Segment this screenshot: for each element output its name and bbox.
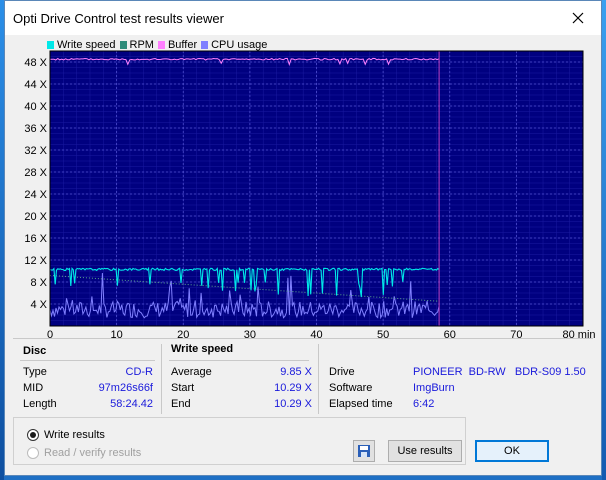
y-tick-label: 44 X	[24, 79, 47, 91]
y-tick-label: 36 X	[24, 123, 47, 135]
desktop-background-right	[602, 0, 606, 480]
write-speed-heading-rule	[169, 360, 309, 361]
chart-area: Write speed RPM Buffer CPU usage 4 X8 X1…	[5, 35, 601, 340]
drive-label: Drive	[329, 366, 355, 378]
y-tick-label: 24 X	[24, 189, 47, 201]
disc-heading-rule	[20, 360, 155, 361]
speed-chart: 4 X 8 X 12 X 16 X 20 X 24 X 28 X 32 X 36 X 40 X 44…	[24, 50, 596, 340]
save-button[interactable]	[353, 440, 375, 462]
average-speed-label: Average	[171, 366, 212, 378]
window-title: Opti Drive Control test results viewer	[13, 11, 224, 26]
software-label: Software	[329, 382, 373, 394]
drive-value: PIONEER BD-RW BDR-S09 1.50	[413, 366, 586, 378]
y-tick-label: 32 X	[24, 145, 47, 157]
radio-selected-dot	[30, 432, 36, 438]
info-separator	[318, 344, 319, 414]
write-results-option[interactable]: Write results	[27, 429, 105, 441]
y-tick-label: 20 X	[24, 211, 47, 223]
ok-button[interactable]: OK	[475, 440, 549, 462]
read-verify-results-label: Read / verify results	[44, 447, 142, 459]
y-tick-label: 28 X	[24, 167, 47, 179]
save-icon	[358, 445, 370, 457]
write-results-radio[interactable]	[27, 429, 39, 441]
disc-mid-label: MID	[23, 382, 44, 394]
chart-divider	[13, 338, 593, 339]
y-tick-label: 16 X	[24, 233, 47, 245]
end-speed-label: End	[171, 398, 191, 410]
disc-type-value: CD-R	[125, 366, 154, 378]
close-button[interactable]	[555, 1, 601, 35]
average-speed-value: 9.85 X	[280, 366, 312, 378]
elapsed-time-label: Elapsed time	[329, 398, 393, 410]
disc-mid-value: 97m26s66f	[98, 382, 153, 394]
title-bar: Opti Drive Control test results viewer	[5, 1, 601, 35]
start-speed-value: 10.29 X	[274, 382, 312, 394]
write-speed-heading: Write speed	[171, 343, 234, 355]
disc-heading: Disc	[23, 345, 47, 357]
elapsed-time-value: 6:42	[413, 398, 435, 410]
software-value: ImgBurn	[413, 382, 455, 394]
y-tick-label: 8 X	[30, 277, 47, 289]
start-speed-label: Start	[171, 382, 195, 394]
write-results-label: Write results	[44, 429, 105, 441]
use-results-button[interactable]: Use results	[388, 440, 462, 462]
results-viewer-window: Opti Drive Control test results viewer W…	[4, 0, 602, 476]
y-tick-label: 40 X	[24, 101, 47, 113]
y-tick-label: 4 X	[30, 299, 47, 311]
disc-length-value: 58:24.42	[110, 398, 153, 410]
info-separator	[161, 344, 162, 414]
read-verify-results-option: Read / verify results	[27, 447, 141, 459]
close-icon	[572, 12, 584, 24]
y-tick-label: 12 X	[24, 255, 47, 267]
read-verify-results-radio	[27, 447, 39, 459]
y-tick-label: 48 X	[24, 57, 47, 69]
end-speed-value: 10.29 X	[274, 398, 312, 410]
disc-length-label: Length	[23, 398, 57, 410]
disc-type-label: Type	[23, 366, 47, 378]
